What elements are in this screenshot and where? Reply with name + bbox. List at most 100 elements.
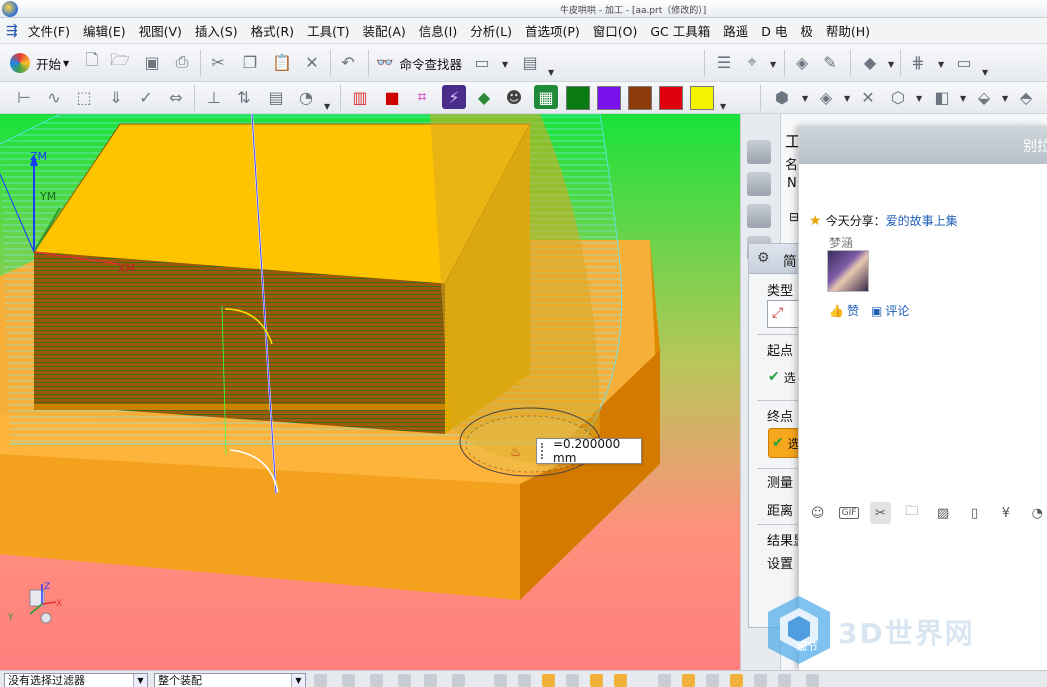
section-icon[interactable]: ◧ bbox=[930, 85, 954, 109]
menu-insert[interactable]: 插入(S) bbox=[195, 21, 238, 40]
edges-icon[interactable]: ⬡ bbox=[886, 85, 910, 109]
measure-dropdown-icon[interactable]: ▼ bbox=[982, 68, 988, 77]
menu-gc-toolkit[interactable]: GC 工具箱 bbox=[650, 21, 710, 40]
select-face-icon[interactable] bbox=[424, 674, 437, 687]
gif-button[interactable]: GIF bbox=[838, 502, 860, 524]
snap-center-icon[interactable] bbox=[658, 674, 671, 687]
menu-preferences[interactable]: 首选项(P) bbox=[525, 21, 580, 40]
crosshair-icon[interactable]: ⌗ bbox=[410, 85, 434, 109]
snap-arc-icon[interactable] bbox=[682, 674, 695, 687]
details-label[interactable]: 细节 bbox=[796, 638, 818, 654]
curve-tool-icon[interactable]: ∿ bbox=[42, 85, 66, 109]
open-folder-icon[interactable]: 🗁 bbox=[108, 50, 132, 74]
orient-dropdown-icon[interactable]: ▼ bbox=[888, 60, 894, 69]
copy-icon[interactable]: ❐ bbox=[238, 50, 262, 74]
feature-tool-icon[interactable]: ⊢ bbox=[12, 85, 36, 109]
menu-electrode[interactable]: D 电 bbox=[761, 21, 787, 40]
lightning-icon[interactable]: ⚡ bbox=[442, 85, 466, 109]
folder-icon[interactable]: 🗀 bbox=[901, 502, 922, 524]
snap-point-icon[interactable] bbox=[566, 674, 579, 687]
select-solid-icon[interactable] bbox=[518, 674, 531, 687]
orient-icon[interactable]: ◆ bbox=[858, 50, 882, 74]
edit-tool-icon[interactable]: ⇓ bbox=[104, 85, 128, 109]
graphics-viewport[interactable]: ZM YM XM Z X Y ♨ =0.200000 mm bbox=[0, 114, 740, 670]
snap-endpoint-icon[interactable] bbox=[542, 674, 555, 687]
constraint-navigator-icon[interactable] bbox=[747, 204, 771, 228]
shaded-icon[interactable]: ◈ bbox=[814, 85, 838, 109]
menu-window[interactable]: 窗口(O) bbox=[593, 21, 638, 40]
edges-dropdown-icon[interactable]: ▼ bbox=[916, 94, 922, 103]
assembly-scope-select[interactable]: 整个装配 ▼ bbox=[154, 673, 306, 687]
assembly-navigator-icon[interactable] bbox=[747, 140, 771, 164]
red-cube-icon[interactable]: ■ bbox=[380, 85, 404, 109]
doc-tool-icon[interactable]: ▤ bbox=[264, 85, 288, 109]
roles-dropdown-icon[interactable]: ▼ bbox=[548, 68, 554, 77]
start-button[interactable]: 开始 ▼ bbox=[10, 52, 69, 74]
section-dropdown-icon[interactable]: ▼ bbox=[960, 94, 966, 103]
select-feature-icon[interactable] bbox=[494, 674, 507, 687]
bear-icon[interactable]: ☻ bbox=[502, 85, 526, 109]
menu-info[interactable]: 信息(I) bbox=[419, 21, 457, 40]
color-swatch-brown[interactable] bbox=[628, 86, 652, 110]
share-link[interactable]: 爱的故事上集 bbox=[886, 212, 958, 229]
menu-assembly[interactable]: 装配(A) bbox=[362, 21, 405, 40]
wcs-icon[interactable]: ⌖ bbox=[740, 50, 764, 74]
shaded-dropdown-icon[interactable]: ▼ bbox=[844, 94, 850, 103]
voice-icon[interactable]: ◔ bbox=[1027, 502, 1047, 524]
snap-midpoint-icon[interactable] bbox=[590, 674, 603, 687]
transform-tool-icon[interactable]: ⇅ bbox=[232, 85, 256, 109]
undo-icon[interactable]: ↶ bbox=[336, 50, 360, 74]
shake-icon[interactable]: ▯ bbox=[964, 502, 985, 524]
cut-icon[interactable]: ✂ bbox=[206, 50, 230, 74]
clock-tool-icon[interactable]: ◔ bbox=[294, 85, 318, 109]
snap-intersect-icon[interactable] bbox=[730, 674, 743, 687]
menu-tools[interactable]: 工具(T) bbox=[307, 21, 349, 40]
green-cube-icon[interactable]: ◆ bbox=[472, 85, 496, 109]
distance-label[interactable]: 距离 bbox=[767, 500, 793, 519]
hide-dropdown-icon[interactable]: ▼ bbox=[1002, 94, 1008, 103]
snap-existing-icon[interactable] bbox=[778, 674, 791, 687]
avatar[interactable] bbox=[827, 250, 869, 292]
rectangle-select-icon[interactable] bbox=[452, 674, 465, 687]
delete-icon[interactable]: ✕ bbox=[300, 50, 324, 74]
view-dropdown-icon[interactable]: ▼ bbox=[802, 94, 808, 103]
snap-face-icon[interactable] bbox=[806, 674, 819, 687]
nx-menu-icon[interactable]: ⇶ bbox=[6, 23, 22, 39]
paste-icon[interactable]: 📋 bbox=[270, 50, 294, 74]
hide-icon[interactable]: ⬙ bbox=[972, 85, 996, 109]
select-body-icon[interactable] bbox=[370, 674, 383, 687]
analysis-icon[interactable]: ✎ bbox=[818, 50, 842, 74]
navigator-row-root[interactable]: N bbox=[787, 176, 797, 191]
measure-tooltip[interactable]: =0.200000 mm bbox=[536, 437, 642, 465]
menu-help[interactable]: 帮助(H) bbox=[826, 21, 870, 40]
command-finder-button[interactable]: 👓 命令查找器 bbox=[376, 52, 462, 74]
solid-tool-icon[interactable]: ⬚ bbox=[72, 85, 96, 109]
wcs-dropdown-icon[interactable]: ▼ bbox=[770, 60, 776, 69]
menu-luyao[interactable]: 路遥 bbox=[723, 21, 748, 40]
menu-analysis[interactable]: 分析(L) bbox=[470, 21, 512, 40]
color-swatch-purple[interactable] bbox=[597, 86, 621, 110]
save-icon[interactable]: ▣ bbox=[140, 50, 164, 74]
chat-header[interactable]: 别拉 bbox=[799, 126, 1047, 164]
part-navigator-icon[interactable] bbox=[747, 172, 771, 196]
box-select-icon[interactable]: ▥ bbox=[348, 85, 372, 109]
wireframe-icon[interactable]: ✕ bbox=[856, 85, 880, 109]
measure-toolbar-icon[interactable]: ▭ bbox=[952, 50, 976, 74]
show-icon[interactable]: ⬘ bbox=[1014, 85, 1038, 109]
layers-icon[interactable]: ☰ bbox=[712, 50, 736, 74]
check-tool-icon[interactable]: ✓ bbox=[134, 85, 158, 109]
comment-button[interactable]: ▣ 评论 bbox=[871, 302, 909, 319]
roles-icon[interactable]: ▤ bbox=[518, 50, 542, 74]
emoji-icon[interactable]: ☺ bbox=[807, 502, 828, 524]
menu-ji[interactable]: 极 bbox=[800, 21, 813, 40]
settings-label[interactable]: 设置 bbox=[767, 553, 793, 572]
selection-tool-icon[interactable] bbox=[314, 674, 327, 687]
clock-dropdown-icon[interactable]: ▼ bbox=[324, 102, 330, 111]
view-iso-icon[interactable]: ⬢ bbox=[770, 85, 794, 109]
share-username[interactable]: 梦涵 bbox=[829, 234, 853, 251]
red-packet-icon[interactable]: ¥ bbox=[995, 502, 1016, 524]
cad-model-canvas[interactable]: ZM YM XM Z X Y ♨ bbox=[0, 114, 740, 670]
grid-icon[interactable]: ⋕ bbox=[906, 50, 930, 74]
image-icon[interactable]: ▨ bbox=[933, 502, 954, 524]
color-swatch-yellow[interactable] bbox=[690, 86, 714, 110]
